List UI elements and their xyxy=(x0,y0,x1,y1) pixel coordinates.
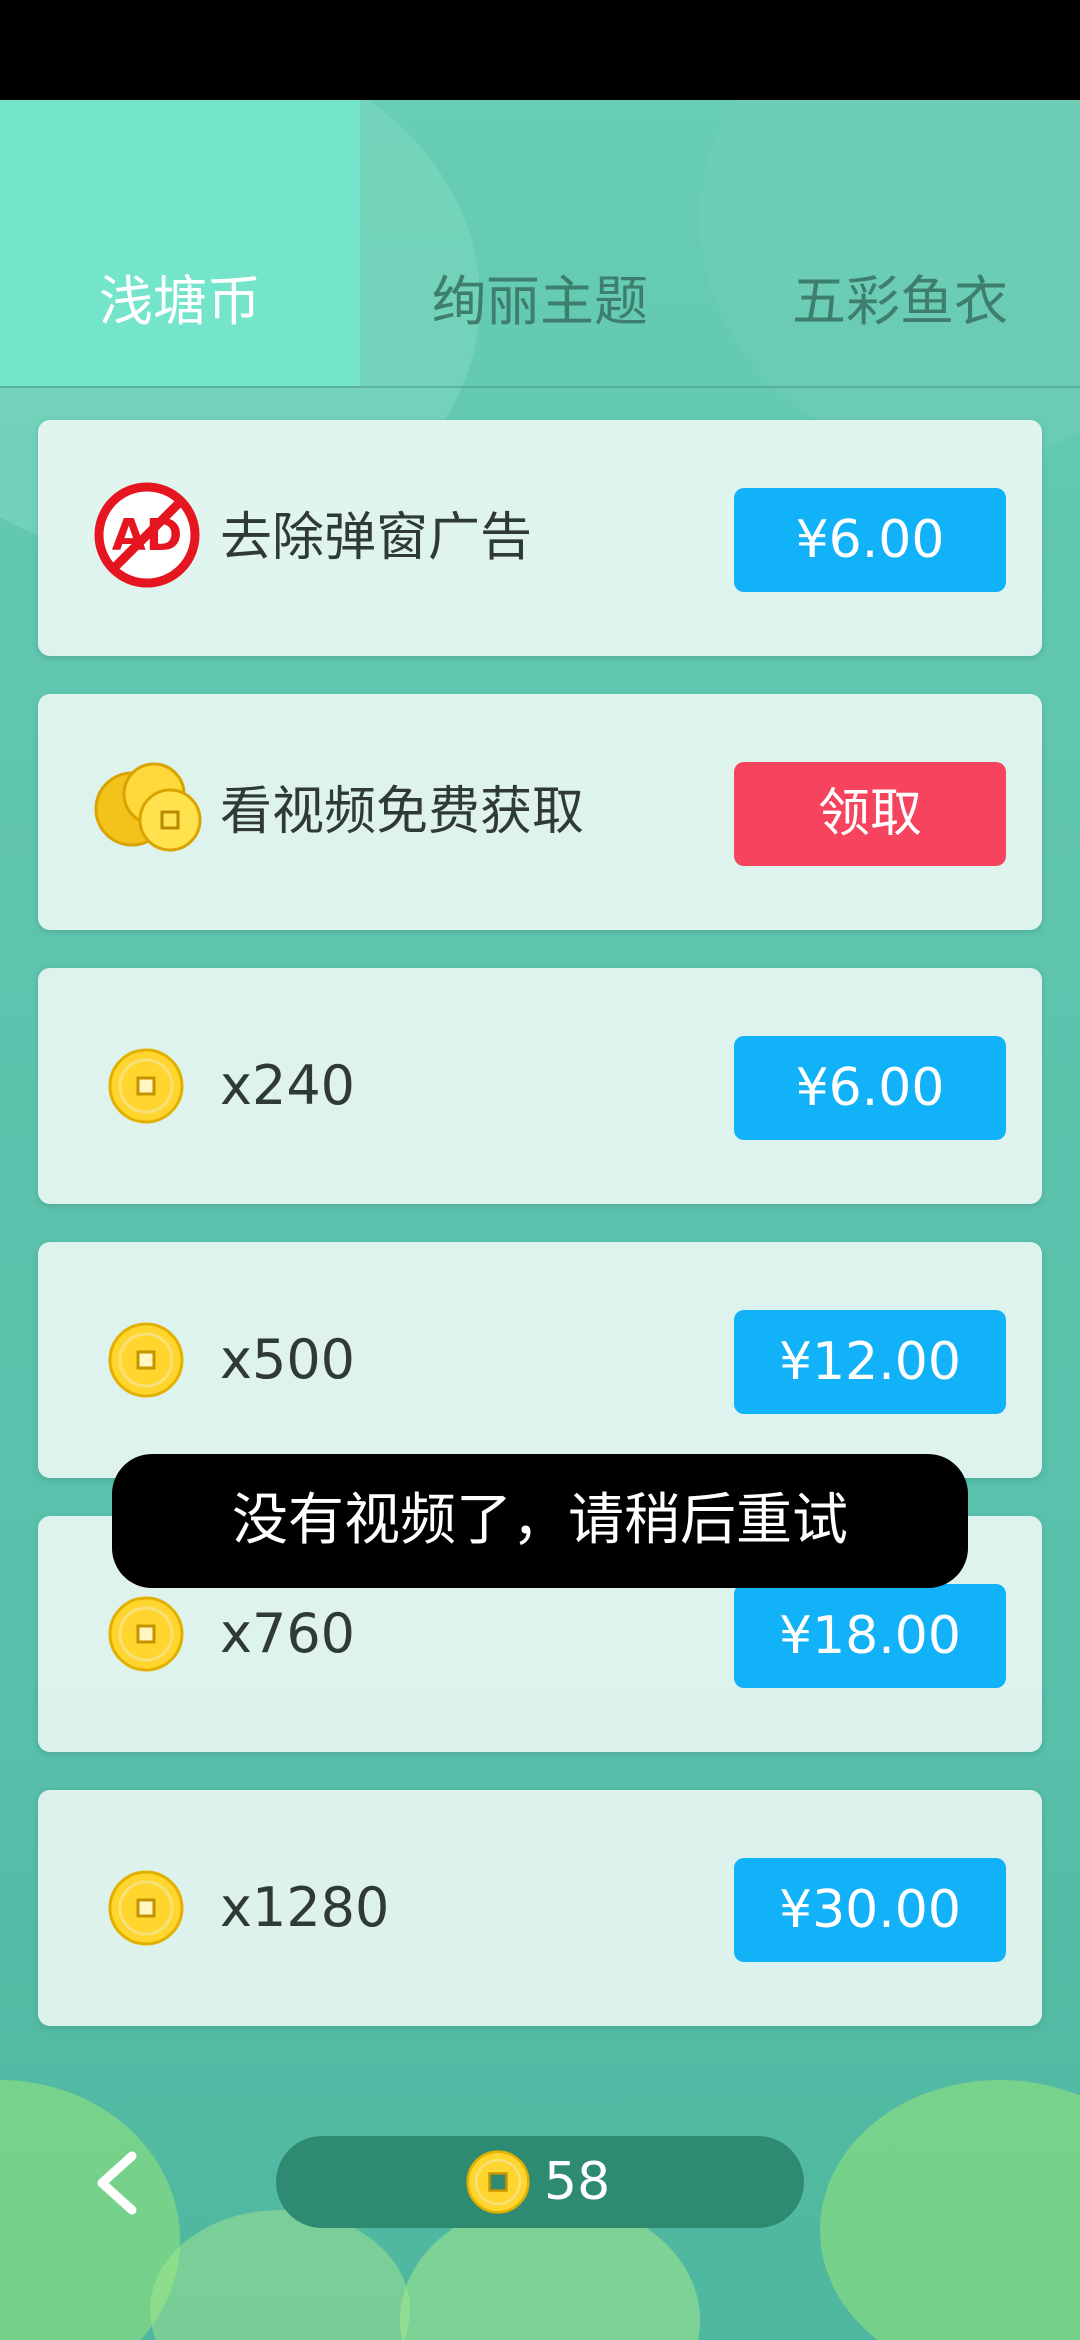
watch-video-card: 看视频免费获取 领取 xyxy=(38,694,1042,930)
balance-value: 58 xyxy=(544,2152,611,2212)
coin-icon xyxy=(108,1870,184,1946)
tab-bar: 浅塘币 绚丽主题 五彩鱼衣 xyxy=(0,100,1080,386)
tab-fish-skins[interactable]: 五彩鱼衣 xyxy=(720,100,1080,386)
remove-ads-card: AD 去除弹窗广告 ¥6.00 xyxy=(38,420,1042,656)
coin-pack-card: x240 ¥6.00 xyxy=(38,968,1042,1204)
buy-500-button[interactable]: ¥12.00 xyxy=(734,1310,1006,1414)
buy-1280-button[interactable]: ¥30.00 xyxy=(734,1858,1006,1962)
coin-pack-card: x500 ¥12.00 xyxy=(38,1242,1042,1478)
coin-icon xyxy=(108,1322,184,1398)
tab-themes[interactable]: 绚丽主题 xyxy=(360,100,720,386)
buy-remove-ads-button[interactable]: ¥6.00 xyxy=(734,488,1006,592)
toast-message: 没有视频了，请稍后重试 xyxy=(112,1454,968,1588)
coin-icon xyxy=(108,1048,184,1124)
coins-stack-icon xyxy=(94,762,202,852)
item-label: 去除弹窗广告 xyxy=(220,508,533,568)
coin-icon xyxy=(466,2150,530,2214)
tab-divider xyxy=(0,386,1080,388)
chevron-left-icon[interactable] xyxy=(84,2148,154,2218)
claim-button[interactable]: 领取 xyxy=(734,762,1006,866)
coin-amount: x500 xyxy=(220,1328,356,1391)
tab-coins[interactable]: 浅塘币 xyxy=(0,100,360,386)
coin-balance: 58 xyxy=(276,2136,804,2228)
coin-amount: x1280 xyxy=(220,1876,390,1939)
item-label: 看视频免费获取 xyxy=(220,782,585,842)
coin-icon xyxy=(108,1596,184,1672)
no-ad-icon: AD xyxy=(94,482,200,588)
coin-pack-card: x1280 ¥30.00 xyxy=(38,1790,1042,2026)
status-bar xyxy=(0,0,1080,100)
buy-760-button[interactable]: ¥18.00 xyxy=(734,1584,1006,1688)
buy-240-button[interactable]: ¥6.00 xyxy=(734,1036,1006,1140)
coin-amount: x240 xyxy=(220,1054,356,1117)
